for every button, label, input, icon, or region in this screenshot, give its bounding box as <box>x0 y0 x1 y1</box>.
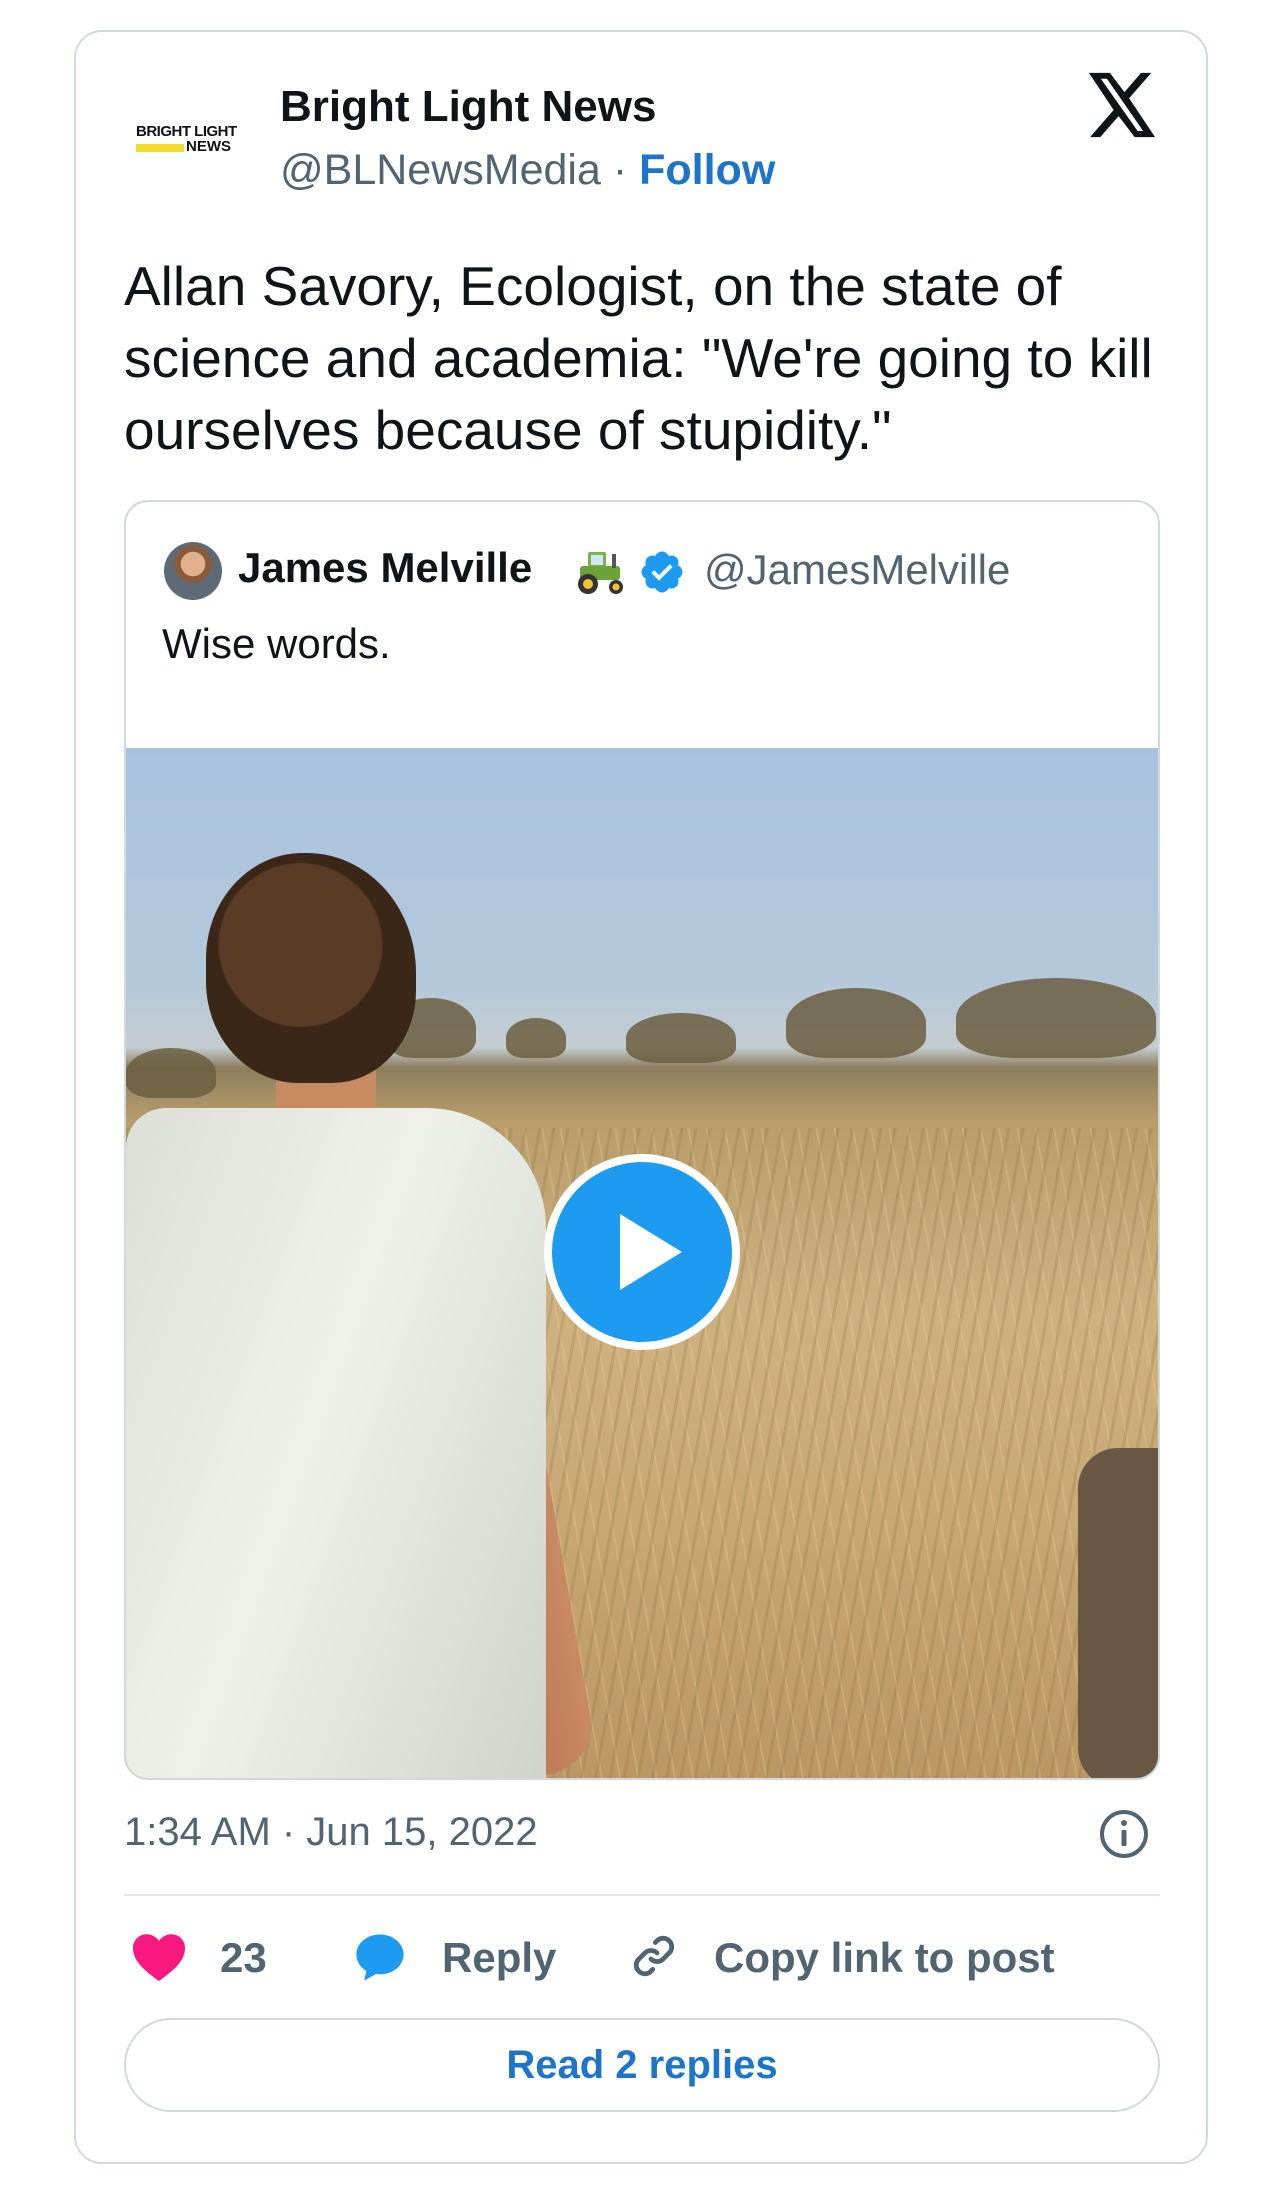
quoted-tweet[interactable]: James Melville @JamesMelville Wise words… <box>124 500 1160 1780</box>
link-icon[interactable] <box>628 1930 680 1982</box>
play-icon[interactable] <box>542 1152 742 1352</box>
author-avatar-logo[interactable]: BRIGHT LIGHT NEWS <box>126 78 266 198</box>
video-thumbnail[interactable] <box>126 748 1158 1778</box>
quoted-tweet-text: Wise words. <box>162 620 391 667</box>
separator-dot: · <box>612 146 628 194</box>
author-handle[interactable]: @BLNewsMedia <box>280 146 601 194</box>
quoted-avatar[interactable] <box>164 542 222 600</box>
tweet-text: Allan Savory, Ecologist, on the state of… <box>124 255 1153 461</box>
verified-badge-icon <box>641 551 683 593</box>
divider <box>124 1894 1160 1896</box>
author-name[interactable]: Bright Light News <box>280 82 656 132</box>
tweet-timestamp[interactable]: 1:34 AM · Jun 15, 2022 <box>124 1810 538 1855</box>
reply-button[interactable]: Reply <box>442 1934 556 1982</box>
read-replies-label: Read 2 replies <box>506 2042 778 2087</box>
like-count[interactable]: 23 <box>220 1934 267 1982</box>
tractor-icon <box>578 552 623 594</box>
read-replies-button[interactable]: Read 2 replies <box>124 2018 1160 2112</box>
quoted-author-name[interactable]: James Melville <box>238 544 532 592</box>
follow-button[interactable]: Follow <box>639 146 775 194</box>
info-icon[interactable] <box>1098 1808 1150 1860</box>
heart-icon[interactable] <box>130 1930 188 1982</box>
copy-link-button[interactable]: Copy link to post <box>714 1934 1055 1982</box>
author-handle-row: @BLNewsMedia · Follow <box>280 146 775 195</box>
quoted-author-handle[interactable]: @JamesMelville <box>704 546 1010 594</box>
speech-bubble-icon[interactable] <box>352 1930 408 1984</box>
logo-text-news: NEWS <box>184 138 231 155</box>
x-logo-icon[interactable] <box>1088 72 1158 138</box>
